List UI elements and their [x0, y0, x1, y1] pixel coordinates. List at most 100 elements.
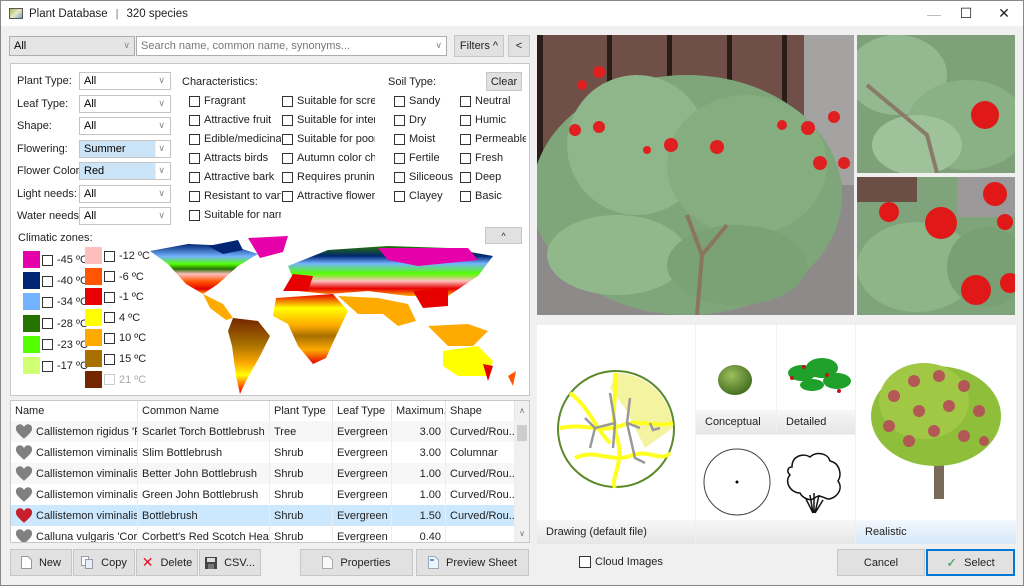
climate-zone-checkbox[interactable]: -40 ºC [42, 275, 88, 287]
checkbox-box[interactable] [104, 332, 115, 344]
checkbox-box[interactable] [42, 318, 53, 330]
checkbox-box[interactable] [394, 190, 405, 202]
checkbox-box[interactable] [104, 271, 115, 283]
climate-zone-checkbox[interactable]: -34 ºC [42, 296, 88, 308]
characteristic-checkbox[interactable]: Requires pruning [282, 171, 375, 183]
climate-zone-checkbox[interactable]: 4 ºC [104, 312, 150, 324]
checkbox-box[interactable] [189, 152, 200, 164]
filter-dropdown[interactable]: All ∨ [79, 207, 171, 225]
climate-zone-map[interactable] [148, 236, 528, 396]
characteristic-checkbox[interactable]: Suitable for poor s [282, 133, 375, 145]
checkbox-box[interactable] [394, 152, 405, 164]
select-button[interactable]: ✓ Select [926, 549, 1015, 576]
checkbox-box[interactable] [460, 133, 471, 145]
soil-type-checkbox[interactable]: Fresh [460, 152, 526, 164]
checkbox-box[interactable] [189, 190, 200, 202]
table-row[interactable]: Calluna vulgaris 'Corb... Corbett's Red S… [11, 526, 515, 543]
properties-button[interactable]: Properties [300, 549, 413, 576]
checkbox-box[interactable] [42, 254, 53, 266]
checkbox-box[interactable] [282, 95, 293, 107]
checkbox-box[interactable] [460, 95, 471, 107]
checkbox-box[interactable] [282, 133, 293, 145]
soil-type-checkbox[interactable]: Clayey [394, 190, 456, 202]
category-dropdown[interactable]: All ∨ [9, 36, 135, 56]
characteristic-checkbox[interactable]: Suitable for narrov [189, 209, 281, 221]
checkbox-box[interactable] [189, 95, 200, 107]
main-plant-photo[interactable] [537, 35, 854, 315]
soil-type-checkbox[interactable]: Sandy [394, 95, 456, 107]
table-row[interactable]: Callistemon rigidus 'R... Scarlet Torch B… [11, 421, 515, 442]
plan-symbols[interactable] [696, 435, 855, 544]
checkbox-box[interactable] [394, 114, 405, 126]
favorite-heart-icon[interactable] [15, 507, 33, 524]
favorite-heart-icon[interactable] [15, 528, 33, 543]
characteristic-checkbox[interactable]: Fragrant [189, 95, 281, 107]
checkbox-box[interactable] [189, 171, 200, 183]
characteristic-checkbox[interactable]: Attractive fruit [189, 114, 281, 126]
realistic-representation[interactable]: Realistic [856, 325, 1016, 544]
checkbox-box[interactable] [394, 95, 405, 107]
soil-type-checkbox[interactable]: Neutral [460, 95, 526, 107]
checkbox-box[interactable] [460, 152, 471, 164]
characteristic-checkbox[interactable]: Suitable for screen [282, 95, 375, 107]
checkbox-box[interactable] [104, 312, 115, 324]
characteristic-checkbox[interactable]: Autumn color char [282, 152, 375, 164]
soil-type-checkbox[interactable]: Moist [394, 133, 456, 145]
favorite-heart-icon[interactable] [15, 423, 33, 440]
characteristic-checkbox[interactable]: Resistant to vanda [189, 190, 281, 202]
copy-button[interactable]: Copy [73, 549, 135, 576]
checkbox-box[interactable] [42, 275, 53, 287]
soil-type-checkbox[interactable]: Permeable [460, 133, 526, 145]
column-header[interactable]: Shape [446, 401, 515, 421]
filters-button[interactable]: Filters ^ [454, 35, 504, 57]
column-header[interactable]: Plant Type [270, 401, 333, 421]
climate-zone-checkbox[interactable]: 10 ºC [104, 332, 150, 344]
scroll-up-icon[interactable]: ∧ [515, 403, 529, 417]
checkbox-box[interactable] [189, 114, 200, 126]
checkbox-box[interactable] [282, 171, 293, 183]
climate-zone-checkbox[interactable]: -28 ºC [42, 318, 88, 330]
checkbox-box[interactable] [189, 209, 200, 221]
checkbox-box[interactable] [42, 360, 53, 372]
checkbox-box[interactable] [460, 171, 471, 183]
cloud-images-checkbox[interactable]: Cloud Images [579, 556, 663, 568]
table-scrollbar[interactable]: ∧ ∨ [515, 401, 529, 542]
export-csv-button[interactable]: CSV... [199, 549, 261, 576]
closeup-photo-2[interactable] [857, 177, 1015, 315]
checkbox-box[interactable] [42, 296, 53, 308]
table-row[interactable]: Callistemon viminalis '... Green John Bot… [11, 484, 515, 505]
favorite-heart-icon[interactable] [15, 465, 33, 482]
new-button[interactable]: New [10, 549, 72, 576]
clear-filters-button[interactable]: Clear [486, 72, 522, 91]
climate-zone-checkbox[interactable]: 15 ºC [104, 353, 150, 365]
drawing-representation[interactable]: Drawing (default file) [537, 325, 695, 544]
checkbox-box[interactable] [104, 353, 115, 365]
favorite-heart-icon[interactable] [15, 486, 33, 503]
cancel-button[interactable]: Cancel [837, 549, 925, 576]
climate-zone-checkbox[interactable]: -12 ºC [104, 250, 150, 262]
checkbox-box[interactable] [579, 556, 591, 568]
checkbox-box[interactable] [104, 374, 115, 386]
close-button[interactable]: ✕ [985, 1, 1023, 26]
favorite-heart-icon[interactable] [15, 444, 33, 461]
filter-dropdown[interactable]: Summer ∨ [79, 139, 171, 158]
search-input[interactable]: Search name, common name, synonyms... ∨ [136, 36, 447, 56]
column-header[interactable]: Leaf Type [333, 401, 392, 421]
checkbox-box[interactable] [282, 114, 293, 126]
characteristic-checkbox[interactable]: Attracts birds [189, 152, 281, 164]
column-header[interactable]: Maximum... [392, 401, 446, 421]
checkbox-box[interactable] [282, 190, 293, 202]
table-row[interactable]: Callistemon viminalis '... Bottlebrush Shr… [11, 505, 515, 526]
soil-type-checkbox[interactable]: Basic [460, 190, 526, 202]
climate-zone-checkbox[interactable]: -6 ºC [104, 271, 150, 283]
collapse-panel-button[interactable]: < [508, 35, 530, 57]
scroll-down-icon[interactable]: ∨ [515, 526, 529, 540]
filter-dropdown[interactable]: All ∨ [79, 72, 171, 90]
checkbox-box[interactable] [460, 190, 471, 202]
filter-dropdown[interactable]: All ∨ [79, 94, 171, 113]
climate-zone-checkbox[interactable]: -1 ºC [104, 291, 150, 303]
climate-zone-checkbox[interactable]: -23 ºC [42, 339, 88, 351]
filter-dropdown[interactable]: All ∨ [79, 184, 171, 203]
scroll-thumb[interactable] [517, 425, 527, 441]
climate-zone-checkbox[interactable]: 21 ºC [104, 374, 150, 386]
